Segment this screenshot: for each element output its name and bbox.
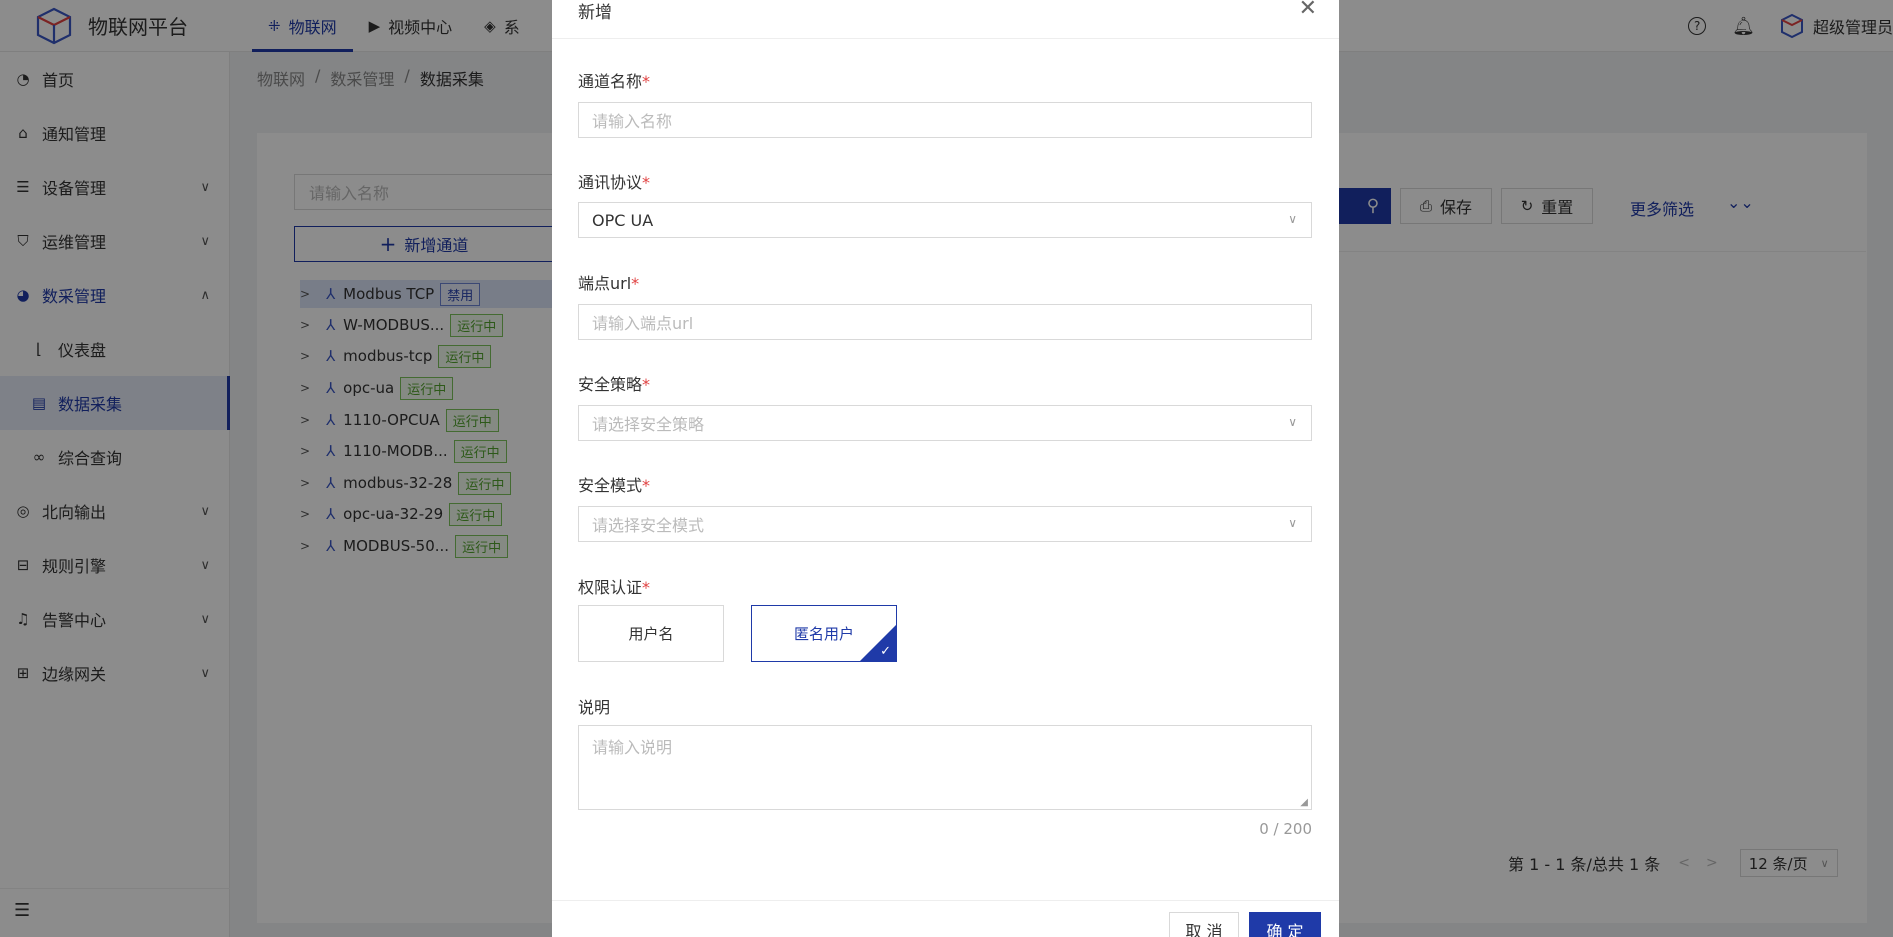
option-label: 用户名	[628, 625, 674, 643]
placeholder: 请选择安全策略	[592, 415, 705, 434]
required-mark: *	[631, 274, 640, 293]
protocol-select[interactable]: OPC UA ∨	[578, 202, 1312, 238]
protocol-label: 通讯协议*	[578, 169, 650, 193]
label-text: 权限认证	[578, 578, 643, 597]
placeholder: 请选择安全模式	[592, 516, 705, 535]
placeholder: 请输入名称	[592, 112, 673, 131]
description-label: 说明	[578, 694, 610, 718]
close-icon[interactable]: ✕	[1299, 0, 1317, 21]
channel-name-input[interactable]: 请输入名称	[578, 102, 1312, 138]
auth-option-anonymous[interactable]: 匿名用户 ✓	[751, 605, 897, 662]
label-text: 说明	[578, 698, 611, 717]
check-icon: ✓	[880, 644, 891, 659]
security-mode-label: 安全模式*	[578, 472, 650, 496]
label-text: 安全模式	[578, 476, 643, 495]
label-text: 通讯协议	[578, 173, 643, 192]
security-policy-select[interactable]: 请选择安全策略 ∨	[578, 405, 1312, 441]
endpoint-input[interactable]: 请输入端点url	[578, 304, 1312, 340]
cancel-button[interactable]: 取 消	[1169, 912, 1239, 937]
auth-label: 权限认证*	[578, 574, 650, 598]
required-mark: *	[642, 578, 651, 597]
required-mark: *	[642, 72, 651, 91]
char-counter: 0 / 200	[1259, 820, 1312, 838]
modal-title: 新增	[578, 3, 612, 23]
description-textarea[interactable]: 请输入说明 ◢	[578, 725, 1312, 810]
security-policy-label: 安全策略*	[578, 371, 650, 395]
add-channel-modal: 新增 ✕ 通道名称* 请输入名称 通讯协议* OPC UA ∨ 端点url* 请…	[552, 0, 1339, 937]
select-value: OPC UA	[592, 210, 654, 230]
confirm-button[interactable]: 确 定	[1249, 912, 1321, 937]
required-mark: *	[642, 173, 651, 192]
label-text: 安全策略	[578, 375, 643, 394]
label-text: 通道名称	[578, 72, 643, 91]
divider	[552, 900, 1339, 901]
chevron-down-icon: ∨	[1288, 516, 1297, 530]
security-mode-select[interactable]: 请选择安全模式 ∨	[578, 506, 1312, 542]
required-mark: *	[642, 375, 651, 394]
channel-name-label: 通道名称*	[578, 68, 650, 92]
chevron-down-icon: ∨	[1288, 415, 1297, 429]
chevron-down-icon: ∨	[1288, 212, 1297, 226]
divider	[552, 38, 1339, 39]
placeholder: 请输入端点url	[592, 314, 694, 333]
placeholder: 请输入说明	[592, 738, 673, 757]
label-text: 端点url	[578, 274, 632, 293]
resize-handle-icon[interactable]: ◢	[1300, 797, 1308, 808]
required-mark: *	[642, 476, 651, 495]
auth-option-username[interactable]: 用户名	[578, 605, 724, 662]
endpoint-label: 端点url*	[578, 270, 639, 294]
option-label: 匿名用户	[793, 625, 854, 643]
